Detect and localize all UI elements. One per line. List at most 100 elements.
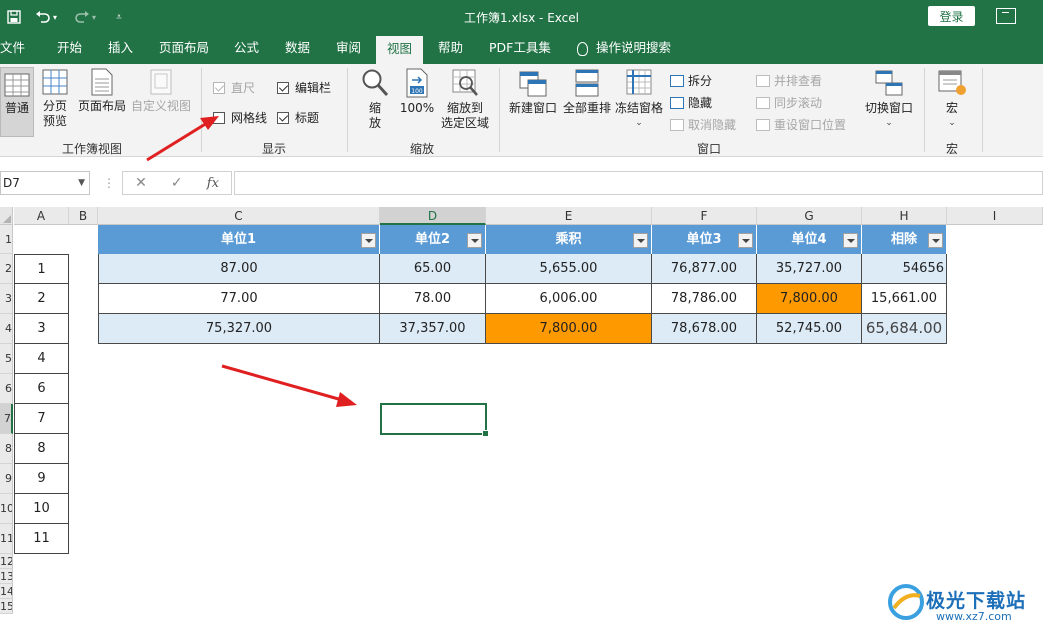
column-header-d[interactable]: D: [380, 207, 486, 225]
reset-window-position-button[interactable]: 重设窗口位置: [756, 116, 846, 133]
tab-formulas[interactable]: 公式: [234, 34, 259, 64]
cell-a-value[interactable]: 9: [14, 464, 69, 494]
cell-a-value[interactable]: 3: [14, 314, 69, 344]
ruler-checkbox[interactable]: 直尺: [213, 79, 255, 96]
hide-window-button[interactable]: 隐藏: [670, 94, 712, 111]
row-header-6[interactable]: 6: [0, 374, 13, 404]
row-header-10[interactable]: 10: [0, 494, 13, 524]
cell-a-value[interactable]: 7: [14, 404, 69, 434]
table-cell[interactable]: 75,327.00: [98, 314, 380, 344]
table-header-cell[interactable]: 单位2: [380, 225, 486, 254]
row-header-9[interactable]: 9: [0, 464, 13, 494]
row-header-1[interactable]: 1: [0, 225, 13, 254]
tab-home[interactable]: 开始: [57, 34, 82, 64]
column-header-f[interactable]: F: [652, 207, 757, 225]
macros-button[interactable]: 宏 ⌄: [934, 68, 970, 131]
name-box[interactable]: D7 ▼: [0, 171, 90, 195]
cell-a-value[interactable]: 2: [14, 284, 69, 314]
table-cell[interactable]: 35,727.00: [757, 254, 862, 284]
cell-a-value[interactable]: 10: [14, 494, 69, 524]
column-header-h[interactable]: H: [862, 207, 947, 225]
name-box-dropdown-icon[interactable]: ▼: [78, 172, 85, 194]
tab-view[interactable]: 视图: [376, 36, 424, 64]
row-header-8[interactable]: 8: [0, 434, 13, 464]
filter-dropdown-icon[interactable]: [843, 233, 858, 248]
zoom-to-selection-button[interactable]: 缩放到 选定区域: [439, 68, 491, 131]
arrange-all-button[interactable]: 全部重排: [561, 68, 613, 116]
table-cell[interactable]: 78,678.00: [652, 314, 757, 344]
view-side-by-side-button[interactable]: 并排查看: [756, 72, 822, 89]
row-header-4[interactable]: 4: [0, 314, 13, 344]
table-cell[interactable]: 65,684.00: [862, 314, 947, 344]
synchronous-scrolling-button[interactable]: 同步滚动: [756, 94, 822, 111]
cell-a-value[interactable]: 11: [14, 524, 69, 554]
filter-dropdown-icon[interactable]: [361, 233, 376, 248]
insert-function-icon[interactable]: fx: [207, 176, 219, 191]
select-all-button[interactable]: [0, 207, 13, 225]
cell-a-value[interactable]: 6: [14, 374, 69, 404]
column-header-a[interactable]: A: [14, 207, 69, 225]
row-header-7[interactable]: 7: [0, 404, 13, 434]
table-cell[interactable]: 77.00: [98, 284, 380, 314]
table-cell[interactable]: 78.00: [380, 284, 486, 314]
table-header-cell[interactable]: 单位1: [98, 225, 380, 254]
row-header-14[interactable]: 14: [0, 584, 13, 599]
formula-bar-resize-handle[interactable]: ⋮: [103, 176, 115, 190]
custom-views-button[interactable]: 自定义视图: [130, 68, 192, 114]
tab-pdf-tools[interactable]: PDF工具集: [489, 34, 551, 64]
column-header-c[interactable]: C: [98, 207, 380, 225]
table-header-cell[interactable]: 单位3: [652, 225, 757, 254]
table-cell[interactable]: 5,655.00: [486, 254, 652, 284]
new-window-button[interactable]: 新建窗口: [506, 68, 560, 116]
cell-a-value[interactable]: 8: [14, 434, 69, 464]
headings-checkbox[interactable]: 标题: [277, 109, 319, 126]
table-cell[interactable]: 15,661.00: [862, 284, 947, 314]
table-cell[interactable]: 7,800.00: [757, 284, 862, 314]
table-header-cell[interactable]: 乘积: [486, 225, 652, 254]
worksheet-grid[interactable]: ABCDEFGHI 1 2 3 4 5 6 7 8 9 10 11 12 13 14 15 12346789…: [0, 207, 1043, 635]
column-header-g[interactable]: G: [757, 207, 862, 225]
formula-input[interactable]: [234, 171, 1043, 195]
filter-dropdown-icon[interactable]: [738, 233, 753, 248]
table-cell[interactable]: 65.00: [380, 254, 486, 284]
filter-dropdown-icon[interactable]: [928, 233, 943, 248]
row-header-2[interactable]: 2: [0, 254, 13, 284]
active-cell-d7[interactable]: [380, 403, 489, 437]
table-cell[interactable]: 7,800.00: [486, 314, 652, 344]
table-cell[interactable]: 54656: [862, 254, 947, 284]
cancel-entry-icon[interactable]: ✕: [135, 175, 147, 191]
unhide-window-button[interactable]: 取消隐藏: [670, 116, 736, 133]
tab-data[interactable]: 数据: [285, 34, 310, 64]
freeze-panes-button[interactable]: 冻结窗格 ⌄: [613, 68, 665, 131]
tab-help[interactable]: 帮助: [438, 34, 463, 64]
filter-dropdown-icon[interactable]: [467, 233, 482, 248]
column-header-i[interactable]: I: [947, 207, 1043, 225]
normal-view-button[interactable]: 普通: [0, 67, 34, 137]
zoom-button[interactable]: 缩 放: [358, 68, 392, 131]
tab-insert[interactable]: 插入: [108, 34, 133, 64]
table-cell[interactable]: 87.00: [98, 254, 380, 284]
tab-review[interactable]: 审阅: [336, 34, 361, 64]
table-cell[interactable]: 37,357.00: [380, 314, 486, 344]
cell-a-value[interactable]: 4: [14, 344, 69, 374]
table-header-cell[interactable]: 单位4: [757, 225, 862, 254]
table-cell[interactable]: 6,006.00: [486, 284, 652, 314]
row-header-15[interactable]: 15: [0, 599, 13, 614]
table-cell[interactable]: 52,745.00: [757, 314, 862, 344]
row-header-5[interactable]: 5: [0, 344, 13, 374]
page-break-preview-button[interactable]: 分页 预览: [38, 68, 72, 129]
formula-bar-checkbox[interactable]: 编辑栏: [277, 79, 331, 96]
switch-windows-button[interactable]: 切换窗口 ⌄: [862, 68, 916, 131]
zoom-100-button[interactable]: 100 100%: [399, 68, 435, 116]
page-layout-view-button[interactable]: 页面布局: [76, 68, 128, 114]
row-header-12[interactable]: 12: [0, 554, 13, 569]
column-header-b[interactable]: B: [69, 207, 98, 225]
row-header-3[interactable]: 3: [0, 284, 13, 314]
row-header-13[interactable]: 13: [0, 569, 13, 584]
confirm-entry-icon[interactable]: ✓: [171, 175, 183, 191]
login-button[interactable]: 登录: [928, 6, 975, 26]
table-header-cell[interactable]: 相除: [862, 225, 947, 254]
tab-page-layout[interactable]: 页面布局: [159, 34, 209, 64]
cell-a-value[interactable]: 1: [14, 254, 69, 284]
column-header-e[interactable]: E: [486, 207, 652, 225]
